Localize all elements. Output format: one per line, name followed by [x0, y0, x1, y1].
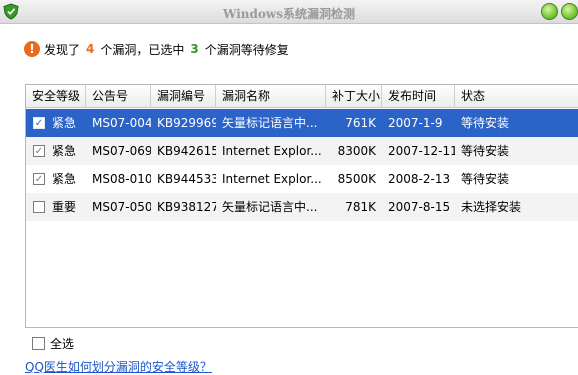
name-cell: Internet Explor... — [222, 172, 322, 186]
date-cell: 2007-1-9 — [388, 116, 443, 130]
bulletin-cell: MS07-004 — [92, 116, 151, 130]
row-checkbox[interactable]: ✓ — [33, 145, 45, 157]
date-cell: 2008-2-13 — [388, 172, 451, 186]
notice-suffix: 个漏洞等待修复 — [204, 42, 289, 57]
title-bar: Windows系统漏洞检测 — [0, 0, 578, 24]
table-header: 安全等级 公告号 漏洞编号 漏洞名称 补丁大小 发布时间 状态 — [26, 85, 578, 108]
vulnerability-table: 安全等级 公告号 漏洞编号 漏洞名称 补丁大小 发布时间 状态 ✓ 紧急 MS0… — [25, 84, 578, 328]
help-link[interactable]: QQ医生如何划分漏洞的安全等级？ — [25, 358, 212, 375]
table-row[interactable]: ✓ 紧急 MS07-004 KB929969 矢量标记语言中... 761K 2… — [26, 109, 578, 137]
column-header-size[interactable]: 补丁大小 — [326, 85, 382, 107]
column-header-bulletin[interactable]: 公告号 — [86, 85, 151, 107]
bulletin-cell: MS07-050 — [92, 200, 151, 214]
size-cell: 8300K — [337, 144, 376, 158]
bulletin-cell: MS07-069 — [92, 144, 151, 158]
select-all-box[interactable] — [32, 337, 45, 350]
size-cell: 761K — [345, 116, 376, 130]
level-cell: 紧急 — [52, 116, 77, 130]
status-cell: 等待安装 — [461, 172, 510, 186]
name-cell: 矢量标记语言中... — [222, 200, 318, 214]
kb-cell: KB942615 — [157, 144, 216, 158]
name-cell: 矢量标记语言中... — [222, 116, 318, 130]
level-cell: 紧急 — [52, 144, 77, 158]
found-count: 4 — [86, 42, 95, 56]
select-all-checkbox[interactable]: 全选 — [32, 335, 74, 352]
kb-cell: KB944533 — [157, 172, 216, 186]
status-cell: 等待安装 — [461, 116, 510, 130]
name-cell: Internet Explor... — [222, 144, 322, 158]
close-icon[interactable] — [561, 3, 578, 20]
bulletin-cell: MS08-010 — [92, 172, 151, 186]
status-cell: 等待安装 — [461, 144, 510, 158]
level-cell: 重要 — [52, 200, 77, 214]
column-header-name[interactable]: 漏洞名称 — [216, 85, 326, 107]
row-checkbox[interactable]: ✓ — [33, 173, 45, 185]
column-header-status[interactable]: 状态 — [455, 85, 578, 107]
row-checkbox[interactable]: ✓ — [33, 117, 45, 129]
date-cell: 2007-8-15 — [388, 200, 451, 214]
kb-cell: KB938127 — [157, 200, 216, 214]
date-cell: 2007-12-11 — [388, 144, 455, 158]
level-cell: 紧急 — [52, 172, 77, 186]
kb-cell: KB929969 — [157, 116, 216, 130]
minimize-icon[interactable] — [541, 3, 558, 20]
scan-result-notice: ! 发现了 4 个漏洞，已选中 3 个漏洞等待修复 — [24, 40, 289, 58]
status-cell: 未选择安装 — [461, 200, 522, 214]
table-row[interactable]: ✓ 紧急 MS07-069 KB942615 Internet Explor..… — [26, 137, 578, 165]
select-all-label: 全选 — [50, 337, 75, 351]
column-header-kb[interactable]: 漏洞编号 — [151, 85, 216, 107]
notice-prefix: 发现了 — [44, 42, 81, 57]
row-checkbox[interactable] — [33, 201, 45, 213]
column-header-date[interactable]: 发布时间 — [382, 85, 455, 107]
selected-count: 3 — [190, 42, 199, 56]
table-row[interactable]: 重要 MS07-050 KB938127 矢量标记语言中... 781K 200… — [26, 193, 578, 221]
column-header-level[interactable]: 安全等级 — [26, 85, 86, 107]
size-cell: 8500K — [337, 172, 376, 186]
size-cell: 781K — [345, 200, 376, 214]
notice-middle: 个漏洞，已选中 — [100, 42, 185, 57]
exclamation-icon: ! — [24, 41, 40, 57]
table-row[interactable]: ✓ 紧急 MS08-010 KB944533 Internet Explor..… — [26, 165, 578, 193]
window-title: Windows系统漏洞检测 — [222, 7, 356, 21]
